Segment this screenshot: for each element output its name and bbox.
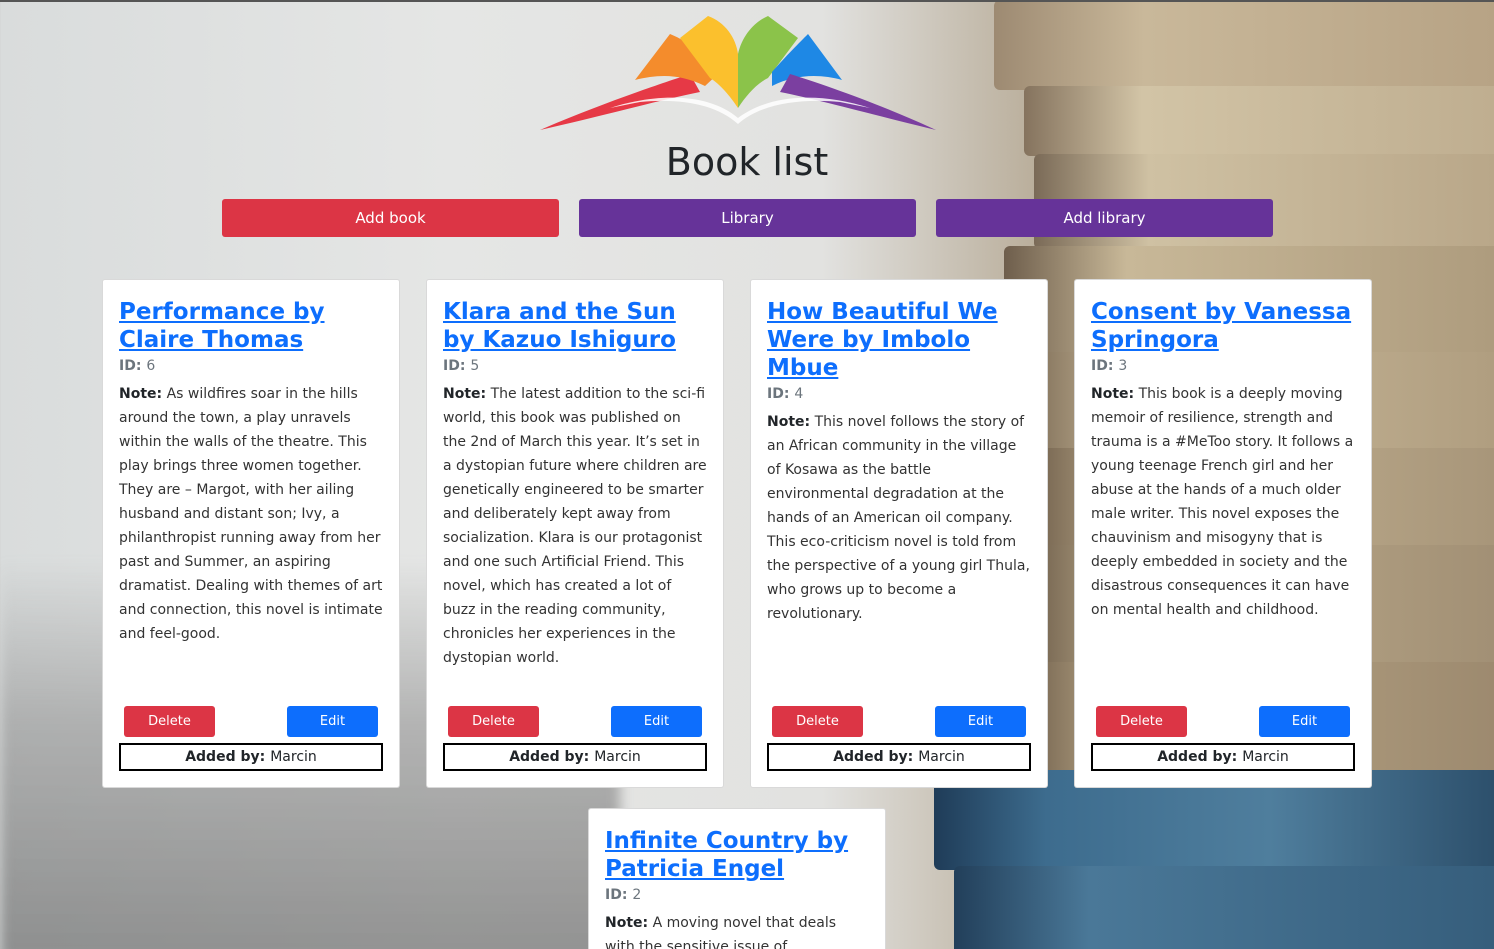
book-id: ID: 5 (443, 358, 480, 374)
card-actions: Delete Edit (124, 706, 378, 737)
book-note: Note: The latest addition to the sci-fi … (443, 386, 707, 666)
book-title-link[interactable]: Klara and the Sun by Kazuo Ishiguro (443, 298, 707, 354)
book-id: ID: 6 (119, 358, 156, 374)
delete-button[interactable]: Delete (448, 706, 539, 737)
book-card: Infinite Country by Patricia Engel ID: 2… (588, 808, 886, 949)
book-id: ID: 4 (767, 386, 804, 402)
added-by: Added by: Marcin (119, 743, 383, 771)
delete-button[interactable]: Delete (772, 706, 863, 737)
edit-button[interactable]: Edit (1259, 706, 1350, 737)
book-note: Note: As wildfires soar in the hills aro… (119, 386, 383, 642)
edit-button[interactable]: Edit (935, 706, 1026, 737)
book-note: Note: This book is a deeply moving memoi… (1091, 386, 1354, 618)
book-card: Klara and the Sun by Kazuo Ishiguro ID: … (426, 279, 724, 788)
edit-button[interactable]: Edit (287, 706, 378, 737)
page-header: Book list (0, 0, 1494, 250)
delete-button[interactable]: Delete (124, 706, 215, 737)
book-note: Note: This novel follows the story of an… (767, 414, 1030, 622)
card-actions: Delete Edit (1096, 706, 1350, 737)
book-card: Consent by Vanessa Springora ID: 3 Note:… (1074, 279, 1372, 788)
book-title-link[interactable]: Infinite Country by Patricia Engel (605, 827, 869, 883)
added-by: Added by: Marcin (443, 743, 707, 771)
book-card: Performance by Claire Thomas ID: 6 Note:… (102, 279, 400, 788)
book-id: ID: 3 (1091, 358, 1128, 374)
added-by: Added by: Marcin (767, 743, 1031, 771)
top-border (0, 0, 1494, 2)
delete-button[interactable]: Delete (1096, 706, 1187, 737)
book-note: Note: A moving novel that deals with the… (605, 915, 837, 949)
book-title-link[interactable]: Consent by Vanessa Springora (1091, 298, 1355, 354)
card-actions: Delete Edit (772, 706, 1026, 737)
edit-button[interactable]: Edit (611, 706, 702, 737)
book-title-link[interactable]: Performance by Claire Thomas (119, 298, 383, 354)
card-actions: Delete Edit (448, 706, 702, 737)
page-title: Book list (665, 140, 829, 184)
book-card: How Beautiful We Were by Imbolo Mbue ID:… (750, 279, 1048, 788)
book-logo-icon (540, 16, 936, 130)
book-title-link[interactable]: How Beautiful We Were by Imbolo Mbue (767, 298, 1031, 382)
added-by: Added by: Marcin (1091, 743, 1355, 771)
book-id: ID: 2 (605, 887, 642, 903)
